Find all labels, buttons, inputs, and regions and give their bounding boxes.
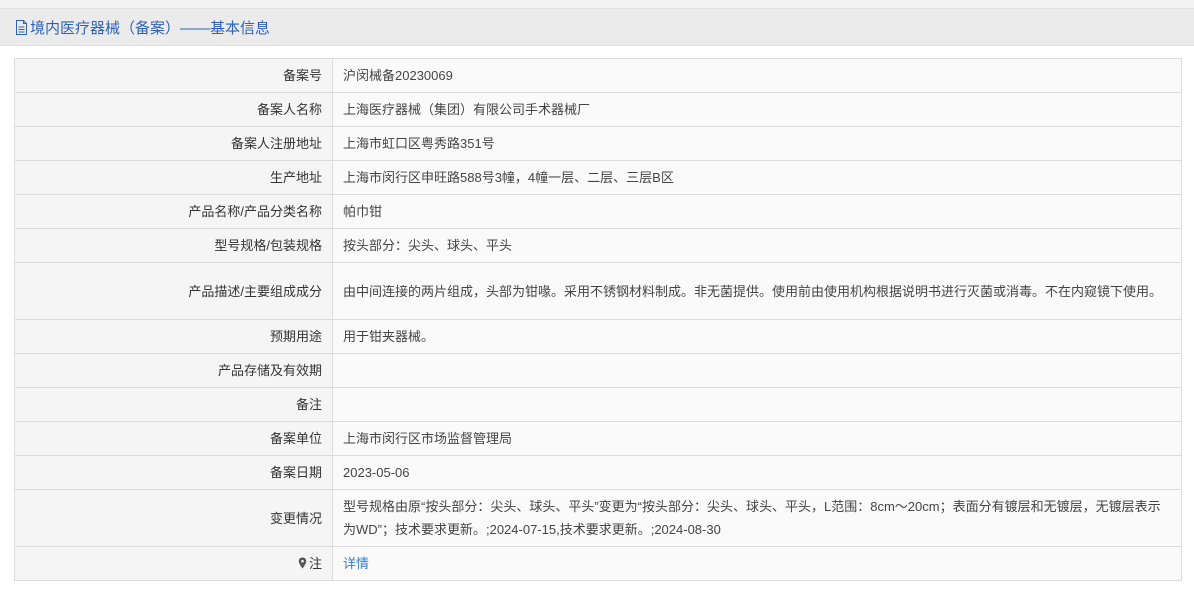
row-value: 上海市闵行区申旺路588号3幢，4幢一层、二层、三层B区 bbox=[332, 160, 1182, 195]
row-label: 备案人名称 bbox=[14, 92, 333, 127]
document-icon bbox=[16, 19, 27, 35]
info-table: 备案号 沪闵械备20230069 备案人名称 上海医疗器械（集团）有限公司手术器… bbox=[14, 58, 1182, 581]
row-label: 生产地址 bbox=[14, 160, 333, 195]
table-row-note: 注 详情 bbox=[14, 546, 1182, 581]
page-title: 境内医疗器械（备案）——基本信息 bbox=[30, 19, 271, 37]
table-row: 产品描述/主要组成成分 由中间连接的两片组成，头部为钳喙。采用不锈钢材料制成。非… bbox=[14, 262, 1182, 320]
table-row: 备案人名称 上海医疗器械（集团）有限公司手术器械厂 bbox=[14, 92, 1182, 127]
note-value-cell: 详情 bbox=[332, 546, 1182, 581]
row-label: 型号规格/包装规格 bbox=[14, 228, 333, 263]
table-row: 预期用途 用于钳夹器械。 bbox=[14, 319, 1182, 354]
table-row: 备案单位 上海市闵行区市场监督管理局 bbox=[14, 421, 1182, 456]
row-value: 沪闵械备20230069 bbox=[332, 58, 1182, 93]
row-value: 由中间连接的两片组成，头部为钳喙。采用不锈钢材料制成。非无菌提供。使用前由使用机… bbox=[332, 262, 1182, 320]
table-row: 型号规格/包装规格 按头部分：尖头、球头、平头 bbox=[14, 228, 1182, 263]
row-value bbox=[332, 387, 1182, 422]
details-link[interactable]: 详情 bbox=[343, 556, 369, 571]
row-value: 用于钳夹器械。 bbox=[332, 319, 1182, 354]
row-value: 2023-05-06 bbox=[332, 455, 1182, 490]
note-label-cell: 注 bbox=[14, 546, 333, 581]
row-label: 备案号 bbox=[14, 58, 333, 93]
row-label: 备注 bbox=[14, 387, 333, 422]
table-row: 备注 bbox=[14, 387, 1182, 422]
row-label: 备案人注册地址 bbox=[14, 126, 333, 161]
table-row: 备案日期 2023-05-06 bbox=[14, 455, 1182, 490]
row-value: 按头部分：尖头、球头、平头 bbox=[332, 228, 1182, 263]
note-label: 注 bbox=[308, 556, 322, 571]
row-label: 产品描述/主要组成成分 bbox=[14, 262, 333, 320]
row-value: 上海市闵行区市场监督管理局 bbox=[332, 421, 1182, 456]
row-value: 帕巾钳 bbox=[332, 194, 1182, 229]
table-row: 产品存储及有效期 bbox=[14, 353, 1182, 388]
header-bar: 境内医疗器械（备案）——基本信息 bbox=[0, 8, 1194, 46]
pin-icon bbox=[298, 557, 307, 569]
table-row: 备案人注册地址 上海市虹口区粤秀路351号 bbox=[14, 126, 1182, 161]
table-row: 变更情况 型号规格由原“按头部分：尖头、球头、平头”变更为“按头部分：尖头、球头… bbox=[14, 489, 1182, 547]
table-row: 产品名称/产品分类名称 帕巾钳 bbox=[14, 194, 1182, 229]
row-label: 产品名称/产品分类名称 bbox=[14, 194, 333, 229]
table-row: 备案号 沪闵械备20230069 bbox=[14, 58, 1182, 93]
content-area: 备案号 沪闵械备20230069 备案人名称 上海医疗器械（集团）有限公司手术器… bbox=[0, 46, 1194, 599]
page: 境内医疗器械（备案）——基本信息 备案号 沪闵械备20230069 备案人名称 … bbox=[0, 0, 1194, 599]
row-label: 备案日期 bbox=[14, 455, 333, 490]
row-value: 上海市虹口区粤秀路351号 bbox=[332, 126, 1182, 161]
row-value: 上海医疗器械（集团）有限公司手术器械厂 bbox=[332, 92, 1182, 127]
table-row: 生产地址 上海市闵行区申旺路588号3幢，4幢一层、二层、三层B区 bbox=[14, 160, 1182, 195]
row-value: 型号规格由原“按头部分：尖头、球头、平头”变更为“按头部分：尖头、球头、平头，L… bbox=[332, 489, 1182, 547]
row-value bbox=[332, 353, 1182, 388]
row-label: 变更情况 bbox=[14, 489, 333, 547]
row-label: 产品存储及有效期 bbox=[14, 353, 333, 388]
row-label: 预期用途 bbox=[14, 319, 333, 354]
row-label: 备案单位 bbox=[14, 421, 333, 456]
page-title-group: 境内医疗器械（备案）——基本信息 bbox=[15, 17, 270, 38]
